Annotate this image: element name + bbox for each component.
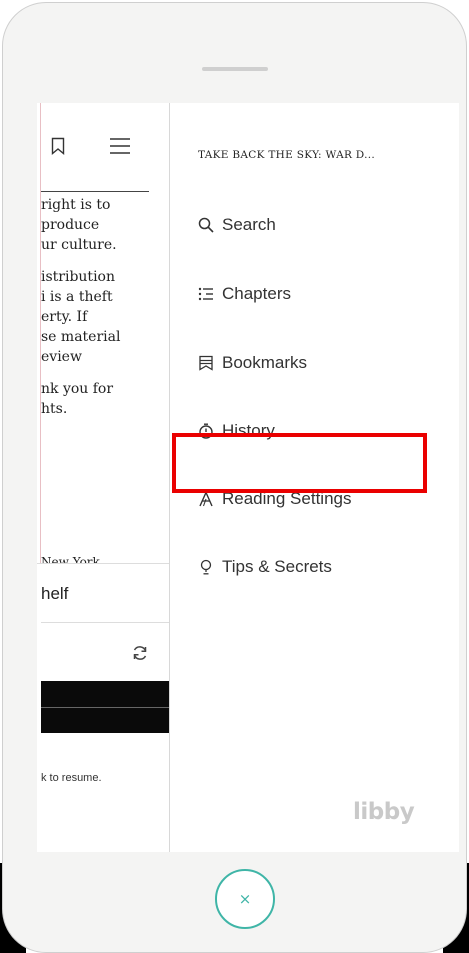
text-line: produce (41, 217, 100, 233)
libby-logo: libby (353, 799, 415, 825)
text-line: istribution (41, 269, 115, 285)
book-cover-strip[interactable] (41, 681, 169, 733)
menu-item-label: Search (222, 215, 276, 234)
book-text: right is to produce ur culture. istribut… (41, 195, 169, 431)
book-paragraph: istribution i is a theft erty. If se mat… (41, 267, 169, 367)
shelf-label: helf (41, 584, 69, 603)
hamburger-menu-icon[interactable] (109, 137, 131, 155)
book-paragraph: right is to produce ur culture. (41, 195, 169, 255)
search-icon (198, 217, 214, 233)
text-line: erty. If (41, 309, 88, 325)
close-icon: × (238, 890, 252, 908)
bookmark-icon[interactable] (51, 137, 65, 155)
book-paragraph: nk you for hts. (41, 379, 169, 419)
text-line: right is to (41, 197, 111, 213)
resume-hint: k to resume. (41, 772, 102, 784)
close-menu-button[interactable]: × (215, 869, 275, 929)
menu-item-bookmarks[interactable]: Bookmarks (198, 353, 307, 373)
text-line: i is a theft (41, 289, 113, 305)
menu-item-chapters[interactable]: Chapters (198, 284, 291, 304)
refresh-icon[interactable] (131, 644, 149, 662)
menu-item-tips-secrets[interactable]: Tips & Secrets (198, 557, 332, 577)
book-title: TAKE BACK THE SKY: WAR D... (198, 149, 376, 161)
book-page: right is to produce ur culture. istribut… (37, 103, 169, 852)
shelf-panel: helf k to resume. (37, 563, 169, 852)
menu-item-search[interactable]: Search (198, 215, 276, 235)
shelf-divider (41, 622, 169, 623)
toolbar-divider (41, 191, 149, 192)
bookmarks-icon (199, 355, 213, 371)
reading-settings-icon (199, 491, 213, 507)
menu-item-label: Tips & Secrets (222, 557, 332, 576)
text-line: hts. (41, 401, 68, 417)
cut-off-line: New York (41, 555, 100, 563)
chapters-icon (198, 287, 213, 301)
text-line: nk you for (41, 381, 114, 397)
menu-item-label: Bookmarks (222, 353, 308, 372)
highlight-box (172, 433, 427, 493)
phone-speaker (202, 67, 268, 71)
tips-icon (200, 559, 212, 575)
menu-item-label: Chapters (222, 284, 291, 303)
text-line: ur culture. (41, 237, 117, 253)
reader-toolbar (51, 137, 131, 155)
text-line: eview (41, 349, 82, 365)
text-line: se material (41, 329, 121, 345)
